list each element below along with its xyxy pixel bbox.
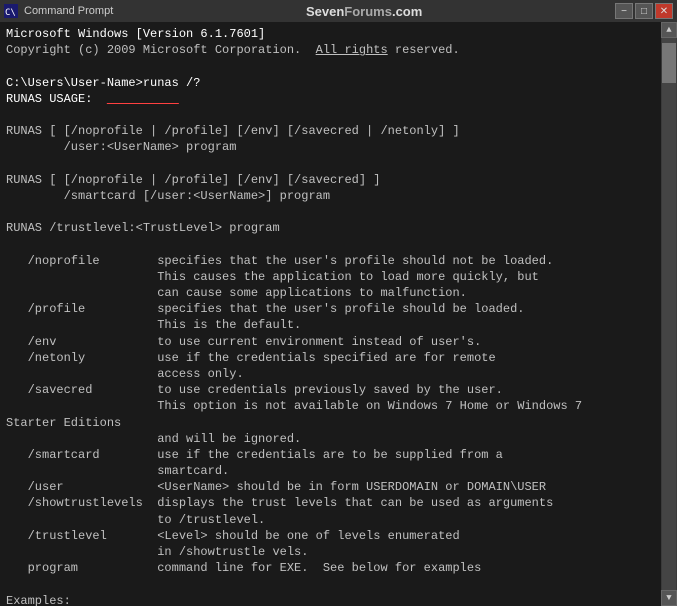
logo-forums: Forums <box>344 4 392 19</box>
cmd-window: Microsoft Windows [Version 6.1.7601] Cop… <box>0 22 677 606</box>
logo-seven: Seven <box>306 4 344 19</box>
title-bar-left: C\ Command Prompt <box>4 4 113 18</box>
cmd-output[interactable]: Microsoft Windows [Version 6.1.7601] Cop… <box>0 22 661 606</box>
scroll-down-button[interactable]: ▼ <box>661 590 677 606</box>
site-logo: SevenForums.com <box>113 4 615 19</box>
scroll-up-button[interactable]: ▲ <box>661 22 677 38</box>
minimize-button[interactable]: − <box>615 3 633 19</box>
scrollbar[interactable]: ▲ ▼ <box>661 22 677 606</box>
scrollbar-thumb[interactable] <box>662 43 676 83</box>
title-bar: C\ Command Prompt SevenForums.com − □ ✕ <box>0 0 677 22</box>
logo-com: .com <box>392 4 422 19</box>
cmd-icon: C\ <box>4 4 18 18</box>
svg-text:C\: C\ <box>5 8 16 18</box>
close-button[interactable]: ✕ <box>655 3 673 19</box>
window-title: Command Prompt <box>24 5 113 17</box>
scrollbar-track <box>662 38 676 590</box>
maximize-button[interactable]: □ <box>635 3 653 19</box>
window-controls: − □ ✕ <box>615 3 673 19</box>
